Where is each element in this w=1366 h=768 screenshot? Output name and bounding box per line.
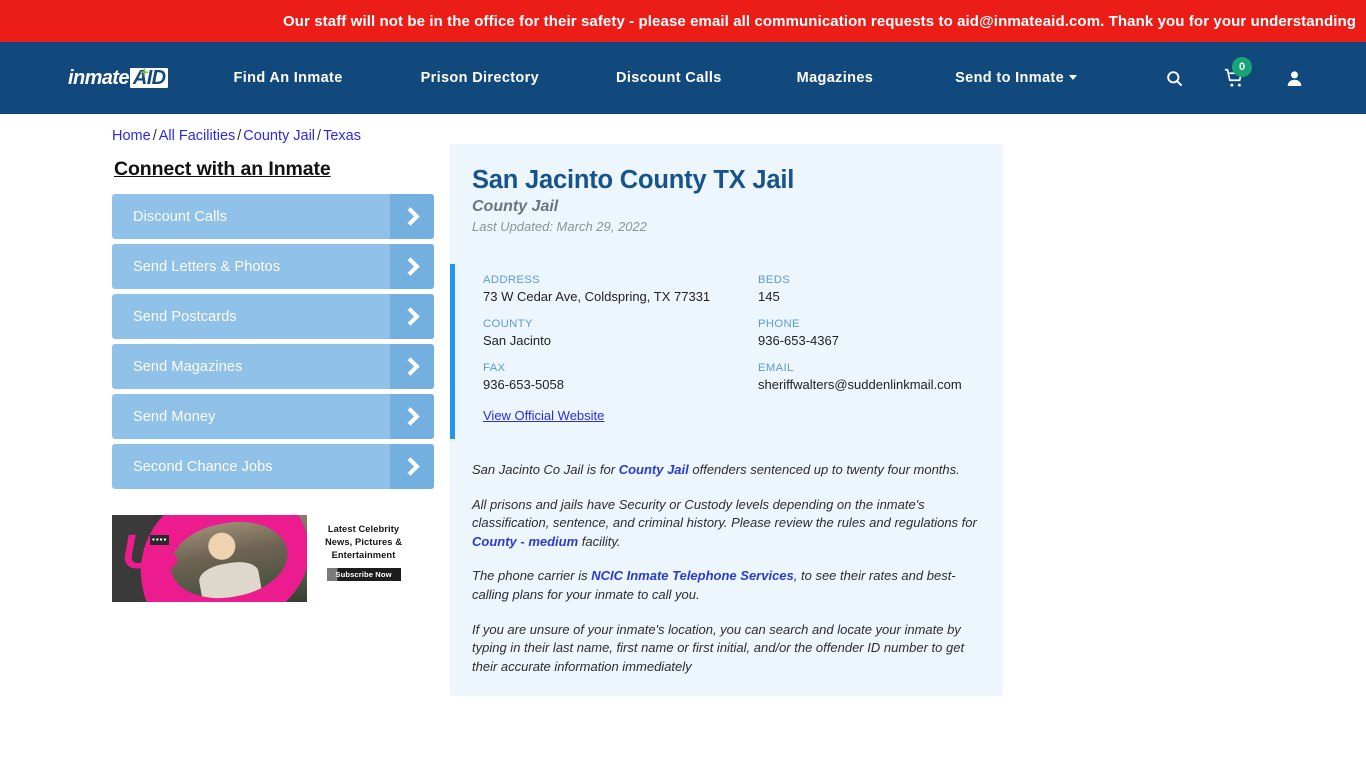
nav-item-send-to-inmate-label: Send to Inmate: [955, 70, 1064, 86]
info-label-email: EMAIL: [758, 362, 794, 374]
user-icon[interactable]: [1285, 69, 1304, 88]
chevron-right-icon: [390, 344, 434, 389]
nav-icon-group: 0: [1165, 56, 1304, 89]
chevron-right-icon: [390, 394, 434, 439]
breadcrumb-separator: /: [317, 128, 322, 144]
desc-p2-part-a: All prisons and jails have Security or C…: [472, 496, 977, 531]
ad-line-3: Entertainment: [331, 550, 396, 560]
desc-p1-link-county-jail[interactable]: County Jail: [619, 462, 689, 477]
info-field-address: ADDRESS 73 W Cedar Ave, Coldspring, TX 7…: [483, 274, 758, 304]
cart-count-badge: 0: [1232, 56, 1252, 77]
alert-banner-text: Our staff will not be in the office for …: [283, 12, 1357, 30]
page-title: San Jacinto County TX Jail: [472, 166, 795, 194]
info-field-email: EMAIL sheriffwalters@suddenlinkmail.com: [758, 362, 1003, 392]
info-value-address: 73 W Cedar Ave, Coldspring, TX 77331: [483, 289, 711, 304]
ad-line-1: Latest Celebrity: [327, 524, 400, 534]
info-value-phone: 936-653-4367: [758, 333, 839, 348]
ad-brand-dots: ▪▪▪▪: [150, 535, 170, 545]
breadcrumb-item-home[interactable]: Home: [112, 128, 151, 144]
sidebar-item-second-chance-jobs[interactable]: Second Chance Jobs: [112, 444, 434, 489]
facility-info-grid: ADDRESS 73 W Cedar Ave, Coldspring, TX 7…: [483, 274, 1003, 392]
sidebar-item-send-money[interactable]: Send Money: [112, 394, 434, 439]
sidebar: Connect with an Inmate Discount Calls Se…: [112, 158, 434, 602]
sidebar-item-label: Send Money: [133, 408, 216, 425]
nav-item-magazines[interactable]: Magazines: [797, 70, 873, 86]
search-icon[interactable]: [1165, 69, 1184, 88]
desc-p1-part-b: offenders sentenced up to twenty four mo…: [688, 462, 960, 477]
chevron-right-icon: [390, 194, 434, 239]
breadcrumb-item-all-facilities[interactable]: All Facilities: [159, 128, 236, 144]
logo-text-primary: inmate: [68, 66, 129, 89]
ad-subscribe-button[interactable]: Subscribe Now: [326, 568, 401, 581]
sidebar-item-send-letters-photos[interactable]: Send Letters & Photos: [112, 244, 434, 289]
nav-item-discount-calls[interactable]: Discount Calls: [616, 70, 722, 86]
sidebar-item-label: Send Postcards: [133, 308, 237, 325]
desc-p1-part-a: San Jacinto Co Jail is for: [472, 462, 619, 477]
info-field-fax: FAX 936-653-5058: [483, 362, 758, 392]
desc-p3-part-a: The phone carrier is: [472, 568, 592, 584]
info-value-county: San Jacinto: [483, 333, 551, 348]
breadcrumb: Home / All Facilities / County Jail / Texas: [112, 128, 361, 144]
sidebar-advertisement[interactable]: Us ▪▪▪▪ Latest Celebrity News, Pictures &…: [112, 515, 423, 602]
desc-p3-link-ncic[interactable]: NCIC Inmate Telephone Services: [591, 568, 794, 583]
description-paragraph-3: The phone carrier is NCIC Inmate Telepho…: [472, 567, 983, 604]
nav-item-find-an-inmate[interactable]: Find An Inmate: [234, 70, 343, 86]
facility-last-updated: Last Updated: March 29, 2022: [472, 219, 647, 234]
info-field-phone: PHONE 936-653-4367: [758, 318, 1003, 348]
info-value-fax: 936-653-5058: [483, 377, 564, 392]
info-label-phone: PHONE: [758, 318, 800, 330]
breadcrumb-separator: /: [237, 128, 242, 144]
info-value-email: sheriffwalters@suddenlinkmail.com: [758, 377, 962, 392]
sidebar-title: Connect with an Inmate: [114, 158, 331, 180]
info-field-beds: BEDS 145: [758, 274, 1003, 304]
description-paragraph-4: If you are unsure of your inmate's locat…: [472, 621, 965, 674]
info-label-beds: BEDS: [758, 274, 791, 286]
site-logo[interactable]: inmate AID +: [68, 63, 168, 90]
chevron-right-icon: [390, 294, 434, 339]
ad-line-2: News, Pictures &: [324, 537, 403, 547]
description-paragraph-1: San Jacinto Co Jail is for County Jail o…: [472, 461, 983, 480]
facility-description: San Jacinto Co Jail is for County Jail o…: [450, 439, 1003, 696]
info-value-beds: 145: [758, 289, 780, 304]
sidebar-item-send-postcards[interactable]: Send Postcards: [112, 294, 434, 339]
sidebar-item-label: Second Chance Jobs: [133, 458, 273, 475]
sidebar-item-label: Send Magazines: [133, 358, 243, 375]
desc-p2-link-county-medium[interactable]: County - medium: [472, 534, 578, 549]
page-body: Home / All Facilities / County Jail / Texas Co…: [0, 114, 1366, 768]
facility-panel: San Jacinto County TX Jail County Jail L…: [450, 144, 1003, 697]
sidebar-item-discount-calls[interactable]: Discount Calls: [112, 194, 434, 239]
info-label-fax: FAX: [483, 362, 506, 374]
view-official-website-link[interactable]: View Official Website: [483, 408, 604, 423]
alert-banner: Our staff will not be in the office for …: [0, 0, 1366, 42]
ad-brand-logo: Us ▪▪▪▪: [122, 526, 180, 579]
nav-item-send-to-inmate[interactable]: Send to Inmate: [955, 70, 1077, 86]
chevron-right-icon: [390, 244, 434, 289]
sidebar-item-send-magazines[interactable]: Send Magazines: [112, 344, 434, 389]
info-label-county: COUNTY: [483, 318, 533, 330]
info-field-county: COUNTY San Jacinto: [483, 318, 758, 348]
chevron-right-icon: [390, 444, 434, 489]
sidebar-item-label: Discount Calls: [133, 208, 228, 225]
breadcrumb-item-texas[interactable]: Texas: [323, 128, 361, 144]
facility-info-box: ADDRESS 73 W Cedar Ave, Coldspring, TX 7…: [450, 264, 1003, 439]
facility-type: County Jail: [472, 198, 559, 215]
cart-icon[interactable]: 0: [1224, 56, 1252, 89]
sidebar-item-label: Send Letters & Photos: [133, 258, 281, 275]
breadcrumb-item-county-jail[interactable]: County Jail: [243, 128, 315, 144]
nav-item-prison-directory[interactable]: Prison Directory: [421, 70, 539, 86]
ad-brand-text: Us: [122, 526, 180, 579]
desc-p2-part-b: facility.: [578, 533, 621, 549]
description-paragraph-2: All prisons and jails have Security or C…: [472, 496, 983, 552]
logo-plus-icon: +: [140, 63, 149, 81]
breadcrumb-separator: /: [152, 128, 157, 144]
info-label-address: ADDRESS: [483, 274, 541, 286]
ad-copy-panel: Latest Celebrity News, Pictures & Entert…: [307, 515, 423, 602]
chevron-down-icon: [1069, 75, 1077, 80]
nav-links: Find An Inmate Prison Directory Discount…: [234, 70, 1077, 86]
main-navbar: inmate AID + Find An Inmate Prison Direc…: [0, 42, 1366, 114]
